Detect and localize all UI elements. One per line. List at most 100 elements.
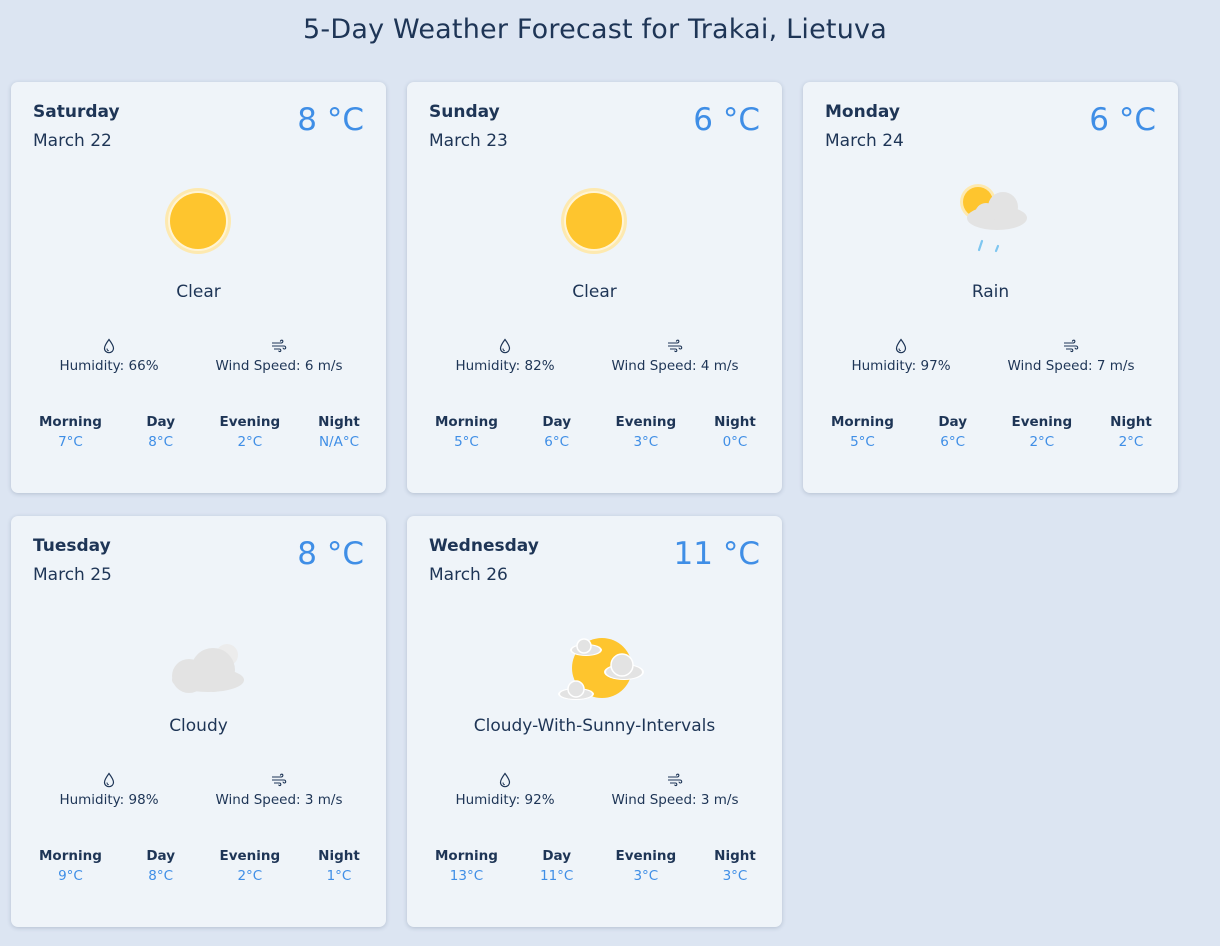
day-parts: Morning 13°C Day 11°C Evening 3°C Night … — [435, 848, 765, 884]
part-label: Evening — [1011, 414, 1073, 430]
part-label: Day — [542, 848, 572, 864]
part-label: Morning — [435, 848, 498, 864]
part-temperature: 3°C — [633, 434, 659, 450]
part-day: Day 11°C — [527, 848, 587, 884]
page-title: 5-Day Weather Forecast for Trakai, Lietu… — [303, 14, 887, 45]
part-night: Night 0°C — [705, 414, 765, 450]
day-date: March 25 — [33, 565, 112, 585]
part-label: Day — [146, 848, 176, 864]
part-label: Morning — [39, 414, 102, 430]
humidity-stat: Humidity: 66% — [29, 338, 189, 374]
humidity-icon — [499, 338, 511, 354]
day-date: March 24 — [825, 131, 904, 151]
day-temperature: 6 °C — [693, 102, 760, 138]
part-temperature: 5°C — [850, 434, 875, 450]
part-night: Night 3°C — [705, 848, 765, 884]
condition-label: Cloudy-With-Sunny-Intervals — [473, 716, 716, 736]
rain-icon — [940, 178, 1040, 268]
humidity-value: Humidity: 97% — [851, 358, 951, 374]
part-temperature: 8°C — [148, 434, 174, 450]
part-temperature: N/A°C — [318, 434, 360, 450]
part-morning: Morning 13°C — [435, 848, 498, 884]
part-morning: Morning 7°C — [39, 414, 102, 450]
day-parts: Morning 5°C Day 6°C Evening 2°C Night 2°… — [831, 414, 1161, 450]
wind-stat: Wind Speed: 4 m/s — [595, 338, 755, 374]
day-date: March 22 — [33, 131, 112, 151]
wind-stat: Wind Speed: 3 m/s — [199, 772, 359, 808]
part-day: Day 6°C — [923, 414, 983, 450]
wind-value: Wind Speed: 3 m/s — [611, 792, 739, 808]
sun-icon — [544, 178, 644, 268]
day-name: Saturday — [33, 102, 120, 122]
part-label: Evening — [219, 848, 281, 864]
cloud-icon — [148, 612, 248, 702]
part-temperature: 2°C — [1118, 434, 1144, 450]
part-label: Morning — [435, 414, 498, 430]
part-label: Night — [318, 414, 360, 430]
day-date: March 26 — [429, 565, 508, 585]
part-label: Day — [542, 414, 572, 430]
part-label: Morning — [831, 414, 894, 430]
humidity-stat: Humidity: 98% — [29, 772, 189, 808]
humidity-icon — [103, 772, 115, 788]
part-temperature: 8°C — [148, 868, 174, 884]
part-label: Night — [714, 414, 756, 430]
part-temperature: 6°C — [940, 434, 966, 450]
wind-value: Wind Speed: 6 m/s — [215, 358, 343, 374]
wind-icon — [668, 773, 683, 787]
wind-stat: Wind Speed: 6 m/s — [199, 338, 359, 374]
humidity-value: Humidity: 98% — [59, 792, 159, 808]
part-label: Evening — [219, 414, 281, 430]
part-temperature: 2°C — [237, 868, 263, 884]
part-temperature: 11°C — [540, 868, 574, 884]
humidity-value: Humidity: 66% — [59, 358, 159, 374]
forecast-card-monday: Monday March 24 6 °C Rain Humidity: 97% — [803, 82, 1178, 493]
forecast-grid: Saturday March 22 8 °C Clear Humidity: 6… — [11, 82, 1181, 927]
part-temperature: 13°C — [449, 868, 484, 884]
part-label: Day — [146, 414, 176, 430]
day-parts: Morning 5°C Day 6°C Evening 3°C Night 0°… — [435, 414, 765, 450]
humidity-stat: Humidity: 92% — [425, 772, 585, 808]
part-temperature: 3°C — [722, 868, 748, 884]
part-evening: Evening 2°C — [219, 414, 280, 450]
day-parts: Morning 9°C Day 8°C Evening 2°C Night 1°… — [39, 848, 369, 884]
part-label: Morning — [39, 848, 102, 864]
part-temperature: 2°C — [1029, 434, 1055, 450]
condition-label: Rain — [971, 282, 1010, 302]
part-temperature: 2°C — [237, 434, 263, 450]
day-parts: Morning 7°C Day 8°C Evening 2°C Night N/… — [39, 414, 369, 450]
wind-value: Wind Speed: 3 m/s — [215, 792, 343, 808]
day-date: March 23 — [429, 131, 508, 151]
humidity-icon — [103, 338, 115, 354]
wind-value: Wind Speed: 7 m/s — [1007, 358, 1135, 374]
day-temperature: 11 °C — [673, 536, 760, 572]
part-temperature: 0°C — [722, 434, 748, 450]
part-temperature: 5°C — [454, 434, 479, 450]
part-temperature: 9°C — [58, 868, 83, 884]
day-name: Sunday — [429, 102, 500, 122]
part-evening: Evening 2°C — [1011, 414, 1072, 450]
forecast-card-sunday: Sunday March 23 6 °C Clear Humidity: 82% — [407, 82, 782, 493]
sun-icon — [148, 178, 248, 268]
wind-icon — [668, 339, 683, 353]
condition-label: Cloudy — [169, 716, 228, 736]
part-temperature: 6°C — [544, 434, 570, 450]
humidity-stat: Humidity: 82% — [425, 338, 585, 374]
humidity-stat: Humidity: 97% — [821, 338, 981, 374]
day-name: Monday — [825, 102, 900, 122]
sun-with-clouds-icon — [544, 612, 644, 702]
humidity-value: Humidity: 92% — [455, 792, 555, 808]
part-label: Night — [318, 848, 360, 864]
part-label: Evening — [615, 414, 677, 430]
part-evening: Evening 3°C — [615, 414, 676, 450]
condition-label: Clear — [572, 282, 617, 302]
part-label: Night — [714, 848, 756, 864]
wind-stat: Wind Speed: 7 m/s — [991, 338, 1151, 374]
part-night: Night 1°C — [309, 848, 369, 884]
part-label: Night — [1110, 414, 1152, 430]
part-morning: Morning 5°C — [435, 414, 498, 450]
humidity-icon — [499, 772, 511, 788]
part-day: Day 8°C — [131, 848, 191, 884]
wind-value: Wind Speed: 4 m/s — [611, 358, 739, 374]
part-evening: Evening 3°C — [615, 848, 676, 884]
